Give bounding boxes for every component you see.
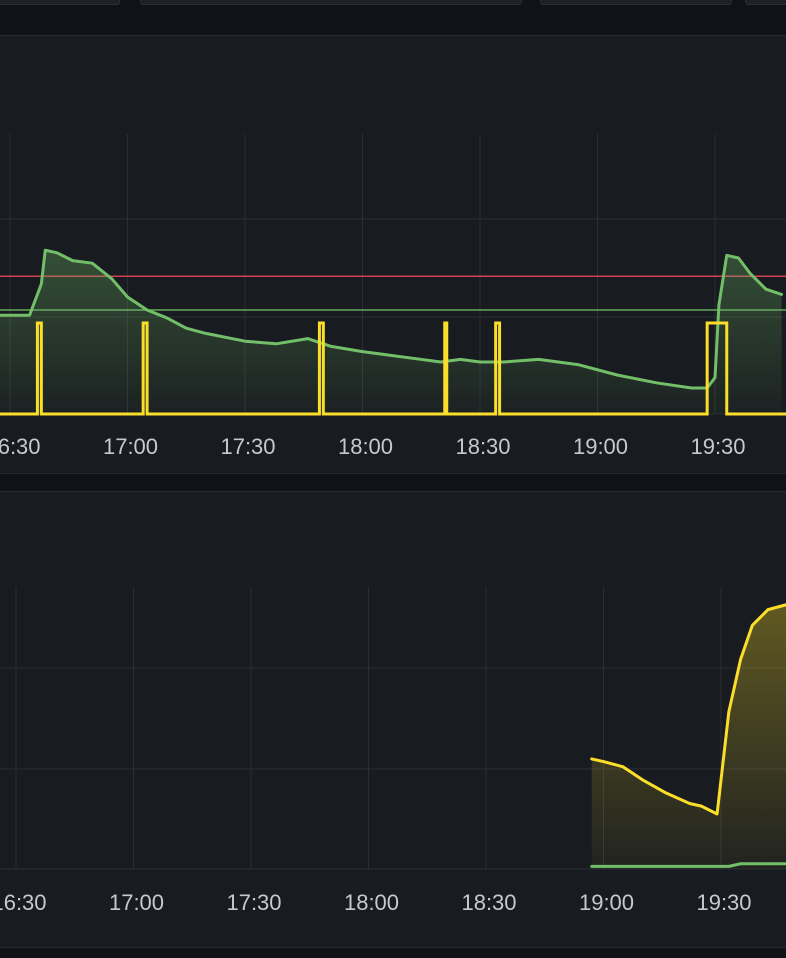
series-area-fill [591,604,786,869]
x-tick-label: 19:00 [579,890,634,915]
chart-panel-2: 16:30 17:00 17:30 18:00 18:30 19:00 19:30 [0,491,786,948]
x-tick-label: 19:00 [573,434,628,459]
chart-panel-1: 16:30 17:00 17:30 18:00 18:30 19:00 19:30 [0,35,786,474]
toolbar-button[interactable] [140,0,522,5]
chart-2-svg: 16:30 17:00 17:30 18:00 18:30 19:00 19:30 [0,587,786,915]
toolbar-button[interactable] [745,0,786,5]
top-toolbar-strip [0,0,786,6]
x-tick-label: 16:30 [0,890,47,915]
chart-1-svg: 16:30 17:00 17:30 18:00 18:30 19:00 19:30 [0,134,786,459]
x-tick-label: 18:00 [344,890,399,915]
x-tick-label: 18:30 [461,890,516,915]
x-tick-label: 19:30 [690,434,745,459]
x-tick-label: 18:00 [338,434,393,459]
toolbar-button[interactable] [540,0,732,5]
x-tick-label: 16:30 [0,434,41,459]
x-tick-label: 18:30 [455,434,510,459]
series-area-fill [0,250,782,414]
x-tick-label: 19:30 [696,890,751,915]
toolbar-button[interactable] [0,0,120,5]
x-tick-label: 17:00 [103,434,158,459]
x-tick-label: 17:30 [226,890,281,915]
x-tick-label: 17:00 [109,890,164,915]
x-tick-label: 17:30 [220,434,275,459]
